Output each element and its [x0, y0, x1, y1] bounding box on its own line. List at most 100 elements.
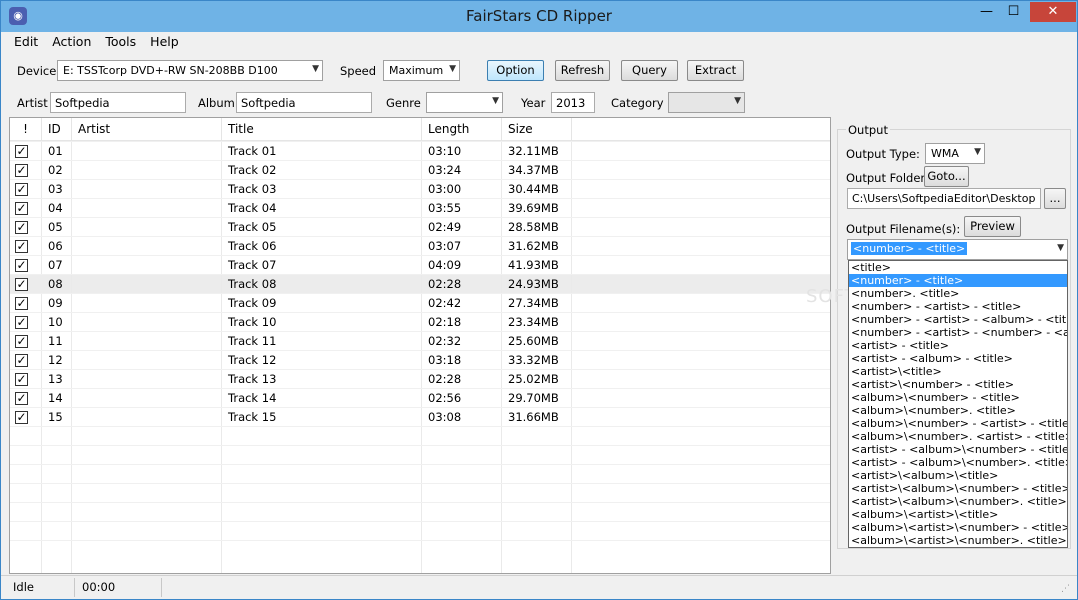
filename-option[interactable]: <artist>\<album>\<title> — [849, 469, 1067, 482]
track-checkbox[interactable]: ✓ — [15, 373, 28, 386]
filename-option[interactable]: <number>. <title> — [849, 287, 1067, 300]
filename-option[interactable]: <number> - <title> — [849, 274, 1067, 287]
track-checkbox[interactable]: ✓ — [15, 145, 28, 158]
filename-option[interactable]: <artist>\<title> — [849, 365, 1067, 378]
column-header-id[interactable]: ID — [42, 118, 72, 141]
track-list[interactable]: ! ID Artist Title Length Size ✓ 01 Track 0… — [9, 117, 831, 574]
filename-option[interactable]: <artist> - <album> - <title> — [849, 352, 1067, 365]
track-checkbox[interactable]: ✓ — [15, 335, 28, 348]
filename-option[interactable]: <artist> - <album>\<number> - <title> — [849, 443, 1067, 456]
refresh-button[interactable]: Refresh — [555, 60, 610, 81]
table-row[interactable]: ✓ 07 Track 07 04:09 41.93MB — [10, 256, 830, 275]
track-title-cell: Track 05 — [222, 218, 422, 237]
filename-option[interactable]: <album>\<artist>\<title> — [849, 508, 1067, 521]
filename-option[interactable]: <artist> - <album>\<number>. <title> — [849, 456, 1067, 469]
table-row[interactable]: ✓ 04 Track 04 03:55 39.69MB — [10, 199, 830, 218]
table-row[interactable]: ✓ 03 Track 03 03:00 30.44MB — [10, 180, 830, 199]
output-folder-input[interactable]: C:\Users\SoftpediaEditor\Desktop — [847, 188, 1041, 209]
year-input[interactable]: 2013 — [551, 92, 595, 113]
track-checkbox[interactable]: ✓ — [15, 183, 28, 196]
track-checkbox[interactable]: ✓ — [15, 164, 28, 177]
genre-select[interactable]: ▼ — [426, 92, 503, 113]
column-header-check[interactable]: ! — [10, 118, 42, 141]
menu-edit[interactable]: Edit — [7, 32, 45, 52]
filename-option[interactable]: <artist>\<album>\<number>. <title> — [849, 495, 1067, 508]
track-checkbox[interactable]: ✓ — [15, 411, 28, 424]
menu-help[interactable]: Help — [143, 32, 186, 52]
track-checkbox[interactable]: ✓ — [15, 202, 28, 215]
filename-option[interactable]: <number> - <artist> - <number> - <album> — [849, 326, 1067, 339]
table-row[interactable]: ✓ 15 Track 15 03:08 31.66MB — [10, 408, 830, 427]
filename-option[interactable]: <album>\<number>. <title> — [849, 404, 1067, 417]
output-filename-select[interactable]: <number> - <title> ▼ — [847, 239, 1068, 260]
track-checkbox[interactable]: ✓ — [15, 278, 28, 291]
browse-folder-button[interactable]: ... — [1044, 188, 1066, 209]
table-row[interactable]: ✓ 05 Track 05 02:49 28.58MB — [10, 218, 830, 237]
goto-button[interactable]: Goto... — [924, 166, 969, 187]
device-select[interactable]: E: TSSTcorp DVD+-RW SN-208BB D100 ▼ — [57, 60, 323, 81]
table-row[interactable]: ✓ 14 Track 14 02:56 29.70MB — [10, 389, 830, 408]
table-row[interactable]: ✓ 12 Track 12 03:18 33.32MB — [10, 351, 830, 370]
album-label: Album — [198, 96, 235, 110]
column-header-artist[interactable]: Artist — [72, 118, 222, 141]
album-input[interactable]: Softpedia — [236, 92, 372, 113]
resize-grip-icon[interactable]: ⋰ — [1061, 584, 1073, 596]
track-title-cell: Track 06 — [222, 237, 422, 256]
title-bar[interactable]: ◉ FairStars CD Ripper — ☐ ✕ — [1, 1, 1077, 32]
extract-button[interactable]: Extract — [687, 60, 744, 81]
filename-option[interactable]: <album>\<artist>\<number> - <title> — [849, 521, 1067, 534]
output-group-title: Output — [846, 123, 890, 137]
track-length-cell: 02:42 — [422, 294, 502, 313]
filename-option[interactable]: <artist>\<number> - <title> — [849, 378, 1067, 391]
track-checkbox[interactable]: ✓ — [15, 221, 28, 234]
close-button[interactable]: ✕ — [1030, 2, 1076, 22]
column-header-size[interactable]: Size — [502, 118, 572, 141]
filename-option[interactable]: <artist>\<album>\<number> - <title> — [849, 482, 1067, 495]
table-row[interactable]: ✓ 11 Track 11 02:32 25.60MB — [10, 332, 830, 351]
table-row[interactable]: ✓ 02 Track 02 03:24 34.37MB — [10, 161, 830, 180]
filename-option[interactable]: <album>\<artist>\<number>. <title> — [849, 534, 1067, 547]
track-length-cell: 02:56 — [422, 389, 502, 408]
track-artist-cell — [72, 142, 222, 161]
filename-dropdown-list[interactable]: <title> <number> - <title> <number>. <titl… — [848, 260, 1068, 548]
table-row[interactable]: ✓ 01 Track 01 03:10 32.11MB — [10, 142, 830, 161]
track-title-cell: Track 04 — [222, 199, 422, 218]
filename-option[interactable]: <album>\<number> - <title> — [849, 391, 1067, 404]
track-checkbox[interactable]: ✓ — [15, 259, 28, 272]
menu-action[interactable]: Action — [45, 32, 98, 52]
category-select[interactable]: ▼ — [668, 92, 745, 113]
track-artist-cell — [72, 199, 222, 218]
filename-option[interactable]: <album>\<number> - <artist> - <title> — [849, 417, 1067, 430]
column-header-title[interactable]: Title — [222, 118, 422, 141]
option-button[interactable]: Option — [487, 60, 544, 81]
artist-input[interactable]: Softpedia — [50, 92, 186, 113]
track-checkbox[interactable]: ✓ — [15, 297, 28, 310]
speed-select[interactable]: Maximum ▼ — [383, 60, 460, 81]
table-row[interactable]: ✓ 06 Track 06 03:07 31.62MB — [10, 237, 830, 256]
filename-option[interactable]: <number> - <artist> - <album> - <title> — [849, 313, 1067, 326]
table-row[interactable]: ✓ 08 Track 08 02:28 24.93MB — [10, 275, 830, 294]
column-header-length[interactable]: Length — [422, 118, 502, 141]
table-row[interactable]: ✓ 13 Track 13 02:28 25.02MB — [10, 370, 830, 389]
track-artist-cell — [72, 351, 222, 370]
filename-option[interactable]: <title> — [849, 261, 1067, 274]
table-row[interactable]: ✓ 10 Track 10 02:18 23.34MB — [10, 313, 830, 332]
menu-tools[interactable]: Tools — [98, 32, 143, 52]
query-button[interactable]: Query — [621, 60, 678, 81]
track-checkbox[interactable]: ✓ — [15, 240, 28, 253]
table-row[interactable]: ✓ 09 Track 09 02:42 27.34MB — [10, 294, 830, 313]
status-divider — [74, 578, 75, 597]
track-id-cell: 07 — [42, 256, 72, 275]
maximize-button[interactable]: ☐ — [1000, 2, 1027, 22]
minimize-button[interactable]: — — [973, 2, 1000, 22]
track-checkbox[interactable]: ✓ — [15, 392, 28, 405]
filename-option[interactable]: <artist> - <title> — [849, 339, 1067, 352]
track-title-cell: Track 14 — [222, 389, 422, 408]
output-type-select[interactable]: WMA ▼ — [925, 143, 985, 164]
track-checkbox[interactable]: ✓ — [15, 316, 28, 329]
preview-button[interactable]: Preview — [964, 216, 1021, 237]
track-checkbox[interactable]: ✓ — [15, 354, 28, 367]
filename-option[interactable]: <album>\<number>. <artist> - <title> — [849, 430, 1067, 443]
filename-option[interactable]: <number> - <artist> - <title> — [849, 300, 1067, 313]
status-bar: Idle 00:00 ⋰ — [1, 575, 1077, 599]
